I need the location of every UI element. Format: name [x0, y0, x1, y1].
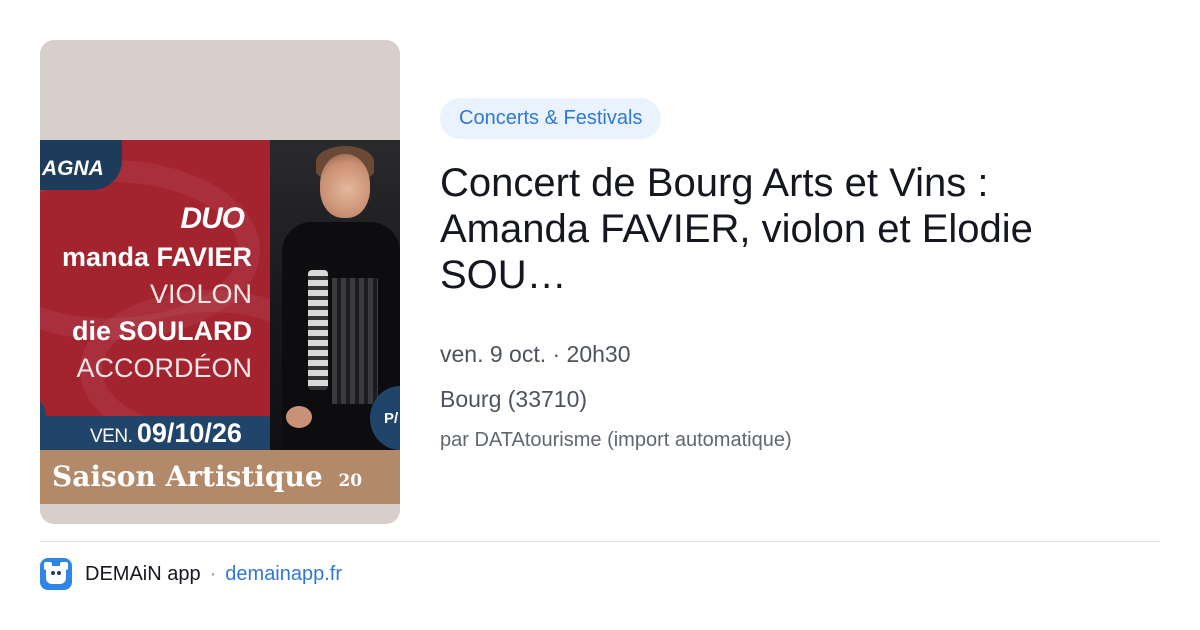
poster-badge-text: P/: [384, 410, 399, 427]
demain-app-logo-icon: [40, 558, 72, 590]
accordion-bellow: [332, 278, 378, 404]
event-location: Bourg (33710): [440, 386, 588, 412]
poster-corner-tag: AGNA: [40, 140, 122, 190]
poster-date-prefix: VEN.: [90, 426, 133, 447]
footer-divider: [40, 541, 1160, 542]
poster-saison-text: Saison Artistique: [52, 460, 323, 493]
poster-instrument-2: ACCORDÉON: [76, 353, 252, 383]
event-title[interactable]: Concert de Bourg Arts et Vins : Amanda F…: [440, 160, 1140, 298]
poster-duo-text: DUO: [180, 202, 245, 235]
event-card[interactable]: AGNA DUO manda FAVIER VIOLON die SOULARD…: [0, 0, 1200, 630]
event-source: par DATAtourisme (import automatique): [440, 429, 792, 451]
musician-hand: [286, 406, 312, 428]
footer: DEMAiN app · demainapp.fr: [40, 558, 342, 590]
event-datetime: ven. 9 oct. · 20h30: [440, 341, 631, 367]
app-name: DEMAiN app: [85, 562, 201, 585]
category-badge[interactable]: Concerts & Festivals: [440, 98, 662, 139]
poster-instrument-1: VIOLON: [149, 279, 252, 309]
footer-separator: ·: [209, 562, 217, 585]
logo-face: [46, 566, 66, 584]
poster-date-value: 09/10/26: [136, 418, 242, 448]
poster-artwork: AGNA DUO manda FAVIER VIOLON die SOULARD…: [40, 140, 400, 504]
app-website-link[interactable]: demainapp.fr: [225, 563, 342, 586]
poster-artist-1: manda FAVIER: [61, 242, 252, 272]
accordion-keys: [308, 270, 328, 390]
musician-face: [320, 154, 370, 218]
poster-red-panel: AGNA DUO manda FAVIER VIOLON die SOULARD…: [40, 140, 270, 416]
logo-eye-right: [57, 571, 61, 575]
event-poster-image[interactable]: AGNA DUO manda FAVIER VIOLON die SOULARD…: [40, 40, 400, 524]
poster-saison-bar: Saison Artistique 20: [40, 450, 400, 504]
poster-date-bar: VEN. 09/10/26: [40, 416, 270, 450]
poster-artist-2: die SOULARD: [71, 316, 252, 346]
logo-eye-left: [51, 571, 55, 575]
poster-saison-year: 20: [338, 471, 363, 491]
